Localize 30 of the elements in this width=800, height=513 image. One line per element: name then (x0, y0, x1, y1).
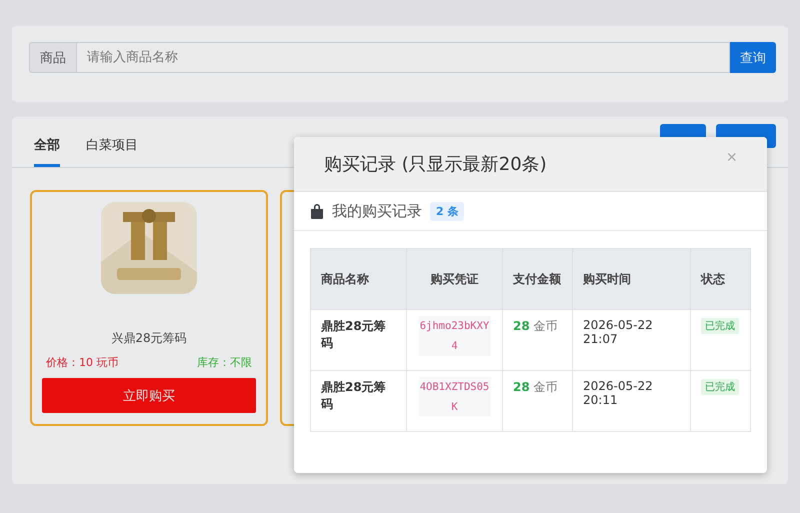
search-label: 商品 (29, 42, 76, 73)
column-header: 购买时间 (572, 248, 690, 310)
voucher-code: 6jhmo23bKXY4 (418, 316, 490, 356)
count-badge: 2 条 (430, 202, 464, 220)
table-cell: 2026-05-22 20:11 (572, 370, 690, 432)
search-button[interactable]: 查询 (730, 42, 776, 73)
product-price: 价格：10 玩币 (46, 355, 118, 370)
tab[interactable]: 白菜项目 (86, 136, 138, 167)
column-header: 状态 (690, 248, 750, 310)
amount: 28 (513, 380, 530, 394)
column-header: 商品名称 (310, 248, 406, 310)
table-cell: 鼎胜28元筹码 (310, 310, 406, 370)
voucher-code: 4OB1XZTDS05K (418, 377, 490, 417)
status-badge: 已完成 (701, 379, 739, 395)
bag-icon (310, 203, 324, 219)
buy-button[interactable]: 立即购买 (42, 378, 256, 413)
product-stock: 库存：不限 (197, 355, 252, 370)
product-name: 兴鼎28元筹码 (111, 330, 187, 347)
column-header: 购买凭证 (406, 248, 502, 310)
tab[interactable]: 全部 (34, 136, 60, 167)
currency-unit: 金币 (534, 319, 558, 333)
search-field[interactable]: 请输入商品名称 (76, 42, 730, 73)
column-header: 支付金额 (502, 248, 572, 310)
table-cell: 鼎胜28元筹码 (310, 370, 406, 432)
status-badge: 已完成 (701, 318, 739, 334)
currency-unit: 金币 (534, 380, 558, 394)
table-cell: 2026-05-22 21:07 (572, 310, 690, 370)
section-title: 我的购买记录 (332, 202, 422, 220)
dialog-title: 购买记录 (只显示最新20条) (324, 153, 547, 176)
amount: 28 (513, 319, 530, 333)
